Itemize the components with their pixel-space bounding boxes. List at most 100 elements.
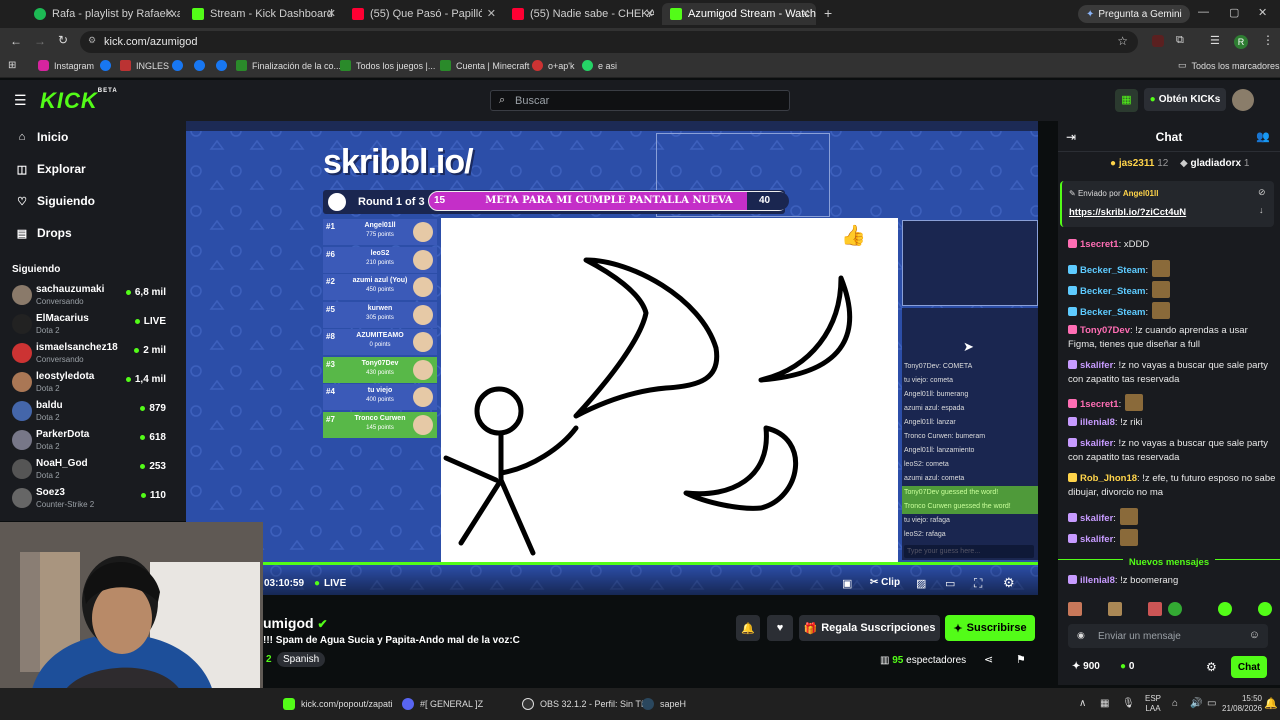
chat-username[interactable]: Tony07Dev — [1080, 325, 1130, 336]
maximize-button[interactable]: ▢ — [1229, 6, 1239, 19]
report-icon[interactable]: ⚑ — [1016, 653, 1026, 666]
gifter-1[interactable]: ● jas2311 12 — [1110, 158, 1168, 169]
kick-store-icon[interactable]: ▦ — [1115, 89, 1138, 112]
reading-list-icon[interactable]: ☰ — [1210, 34, 1220, 47]
volume-icon[interactable]: 🔊 — [1190, 698, 1202, 709]
emote-icon[interactable] — [1152, 302, 1171, 319]
browser-tab-dashboard[interactable]: Stream - Kick Dashboard ✕ — [184, 3, 342, 25]
taskbar-item-kick[interactable]: kick.com/popout/zapati — [283, 698, 393, 710]
emote-icon[interactable] — [1125, 394, 1144, 411]
chat-message[interactable]: skalifer: !z no vayas a buscar que sale … — [1068, 437, 1276, 465]
bookmark-finalizacion[interactable]: Finalización de la co... — [236, 60, 341, 71]
new-tab-button[interactable]: + — [824, 5, 832, 21]
close-window-button[interactable]: ✕ — [1258, 6, 1267, 19]
close-icon[interactable]: ✕ — [801, 7, 810, 20]
apps-grid-icon[interactable]: ⊞ — [8, 60, 16, 71]
browser-tab-spotify[interactable]: Rafa - playlist by Rafael.xared | ✕ — [26, 3, 180, 25]
chat-message[interactable]: 1secret1: xDDD — [1068, 238, 1276, 252]
chat-username[interactable]: illenial8 — [1080, 575, 1115, 586]
chat-message[interactable]: skalifer: — [1068, 508, 1276, 526]
video-player[interactable]: skribbl.io/ Round 1 of 3 15 META PARA MI… — [186, 121, 1038, 595]
bookmark-instagram[interactable]: Instagram — [38, 60, 94, 71]
back-icon[interactable]: ← — [10, 34, 22, 48]
site-info-icon[interactable]: ⚙ — [88, 35, 96, 46]
battery-icon[interactable]: ▭ — [1207, 698, 1216, 709]
new-messages-divider[interactable]: Nuevos mensajes — [1058, 552, 1280, 568]
facebook-icon[interactable] — [172, 60, 183, 71]
emote-icon[interactable] — [1119, 529, 1138, 546]
nav-drops[interactable]: ▤ Drops — [16, 226, 72, 240]
chat-username[interactable]: illenial8 — [1080, 417, 1115, 428]
pinned-message[interactable]: ✎ Enviado por Angel01ll https://skribl.i… — [1060, 181, 1274, 227]
gifter-2[interactable]: ◆ gladiadorx 1 — [1180, 158, 1249, 169]
emote-icon[interactable] — [1152, 281, 1171, 298]
emote-icon[interactable] — [1148, 602, 1162, 616]
send-chat-button[interactable]: Chat — [1231, 656, 1267, 678]
chat-users-icon[interactable]: 👥 — [1256, 130, 1270, 143]
chat-message[interactable]: illenial8: !z riki — [1068, 416, 1276, 430]
thumbs-up-icon[interactable]: 👍 — [841, 223, 866, 248]
chat-username[interactable]: skalifer — [1080, 534, 1113, 545]
emote-icon[interactable] — [1152, 260, 1171, 277]
expand-pinned-icon[interactable]: ↓ — [1259, 205, 1264, 215]
bookmark-juegos[interactable]: Todos los juegos |... — [340, 60, 435, 71]
search-input[interactable]: ⌕ Buscar — [490, 90, 790, 111]
notifications-button[interactable]: 🔔 — [736, 615, 760, 641]
fullscreen-icon[interactable]: ⛶ — [974, 576, 982, 591]
star-icon[interactable]: ☆ — [1117, 34, 1128, 48]
share-icon[interactable]: ⋖ — [984, 653, 993, 666]
browser-tab-youtube-1[interactable]: (55) Que Pasó - Papillón (Vi ✕ — [344, 3, 502, 25]
bookmark-easi[interactable]: e asi — [582, 60, 617, 71]
clip-button[interactable]: ✂ Clip — [870, 577, 900, 588]
emote-icon[interactable] — [1168, 602, 1182, 616]
chat-overlay-icon[interactable]: ▨ — [916, 577, 926, 590]
following-item[interactable]: ismaelsanchez18 Conversando 2 mil — [12, 340, 166, 368]
facebook-icon[interactable] — [216, 60, 227, 71]
chat-username[interactable]: Becker_Steam — [1080, 265, 1146, 276]
nav-explore[interactable]: ◫ Explorar — [16, 162, 86, 176]
menu-dots-icon[interactable]: ⋮ — [1262, 33, 1274, 47]
browser-tab-youtube-2[interactable]: (55) Nadie sabe - CHEKA - You ✕ — [504, 3, 660, 25]
emote-icon[interactable] — [1108, 602, 1122, 616]
microphone-icon[interactable]: 🎙 — [1122, 698, 1135, 709]
drawing-canvas[interactable]: 👍 — [441, 218, 898, 563]
network-icon[interactable]: ⌂ — [1172, 698, 1178, 709]
emote-icon[interactable] — [1068, 602, 1082, 616]
minimize-button[interactable]: — — [1198, 6, 1209, 18]
get-kicks-button[interactable]: ● Obtén KICKs — [1144, 88, 1226, 111]
gift-subs-button[interactable]: 🎁 Regala Suscripciones — [799, 615, 940, 641]
close-icon[interactable]: ✕ — [645, 7, 654, 20]
chat-message[interactable]: Becker_Steam: — [1068, 260, 1276, 278]
chat-settings-icon[interactable]: ⚙ — [1206, 660, 1217, 674]
chat-message[interactable]: skalifer: !z no vayas a buscar que sale … — [1068, 359, 1276, 387]
taskbar-item-obs[interactable]: OBS 32.1.2 - Perfil: Sin Tí — [522, 698, 643, 710]
extensions-puzzle-icon[interactable]: ⧉ — [1176, 34, 1184, 47]
following-item[interactable]: leostyledota Dota 2 1,4 mil — [12, 369, 166, 397]
facebook-icon[interactable] — [194, 60, 205, 71]
forward-icon[interactable]: → — [34, 34, 46, 48]
chat-username[interactable]: skalifer — [1080, 438, 1113, 449]
chat-input[interactable]: ◉ Enviar un mensaje ☺ — [1068, 624, 1268, 648]
nav-home[interactable]: ⌂ Inicio — [16, 130, 69, 144]
user-avatar[interactable] — [1232, 89, 1254, 111]
guess-input[interactable]: Type your guess here... — [904, 545, 1034, 558]
chat-message[interactable]: Becker_Steam: — [1068, 302, 1276, 320]
taskbar-item-steam[interactable]: sapeH — [642, 698, 686, 710]
bookmark-ingles[interactable]: INGLES — [120, 60, 169, 71]
clock[interactable]: 15:50 21/08/2026 — [1222, 694, 1262, 714]
language-indicator[interactable]: ESP LAA — [1145, 694, 1161, 714]
subscribe-button[interactable]: ✦ Suscribirse — [945, 615, 1035, 641]
hamburger-menu-icon[interactable]: ☰ — [14, 92, 27, 109]
emote-icon[interactable] — [1218, 602, 1232, 616]
tray-chevron-icon[interactable]: ∧ — [1079, 698, 1086, 709]
all-bookmarks[interactable]: ▭ Todos los marcadores — [1178, 60, 1280, 71]
following-item[interactable]: ParkerDota Dota 2 618 — [12, 427, 166, 455]
kick-logo[interactable]: KICKBETA — [40, 88, 118, 114]
channel-points[interactable]: ✦ 900 — [1072, 661, 1100, 672]
chat-message[interactable]: 1secret1: — [1068, 394, 1276, 412]
theater-mode-icon[interactable]: ▣ — [842, 577, 852, 590]
unpin-icon[interactable]: ⊘ — [1258, 187, 1266, 198]
category-link[interactable]: 2 — [266, 654, 272, 665]
follow-button[interactable]: ♥ — [767, 615, 793, 641]
chat-message[interactable]: skalifer: — [1068, 529, 1276, 547]
